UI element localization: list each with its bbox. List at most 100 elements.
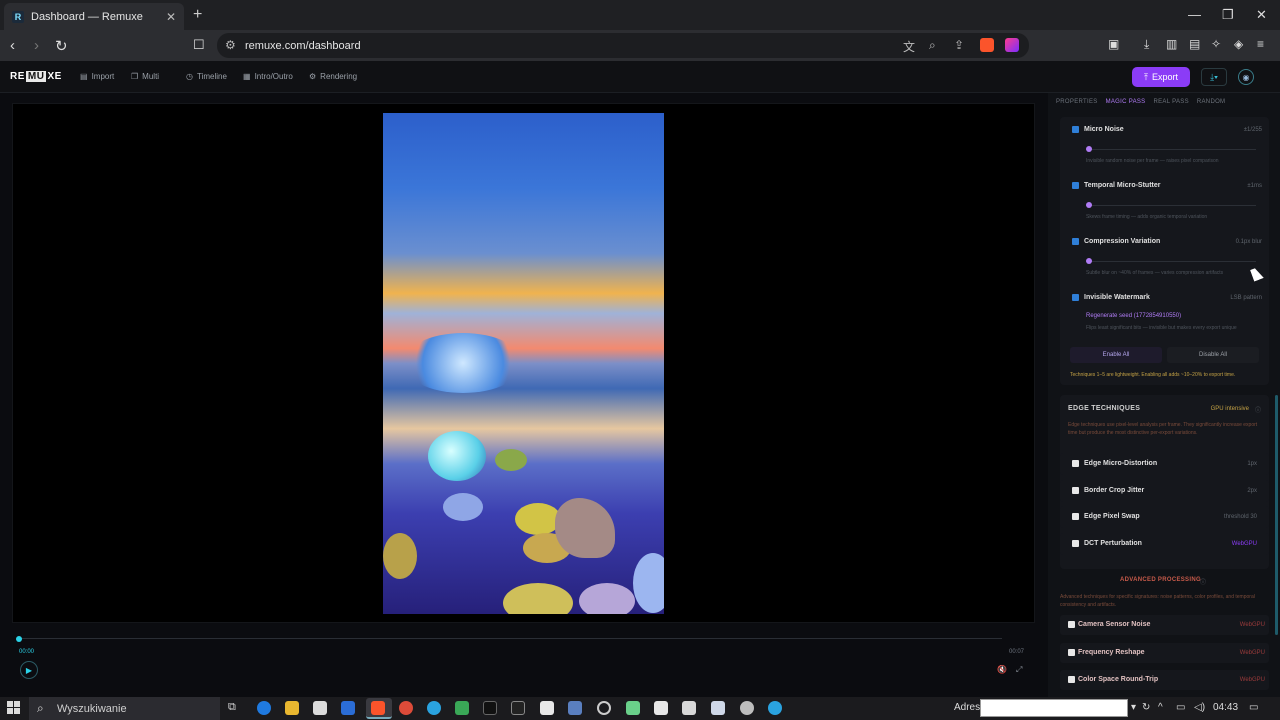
shield-app-icon[interactable] (540, 701, 554, 715)
tab-magic-pass[interactable]: MAGIC PASS (1106, 99, 1146, 111)
notepad-icon[interactable] (682, 701, 696, 715)
regenerate-seed-link[interactable]: Regenerate seed (1772854910550) (1086, 313, 1181, 319)
app-gray-icon[interactable] (740, 701, 754, 715)
advanced-row[interactable]: Frequency Reshape WebGPU (1060, 643, 1269, 663)
telegram-icon[interactable] (427, 701, 441, 715)
browser-tab[interactable]: R Dashboard — Remuxe ✕ (4, 3, 184, 30)
nav-multi[interactable]: ❐Multi (131, 72, 159, 81)
nav-intro-outro[interactable]: ▦Intro/Outro (243, 72, 293, 81)
nav-import[interactable]: ▤Import (80, 72, 114, 81)
tray-expand-icon[interactable]: ^ (1158, 702, 1163, 713)
clock[interactable]: 04:43 (1213, 702, 1238, 713)
tab-real-pass[interactable]: REAL PASS (1153, 99, 1188, 111)
vpn-icon[interactable]: ◈ (1234, 37, 1243, 51)
nav-timeline[interactable]: ◷Timeline (186, 72, 227, 81)
store-icon[interactable] (313, 701, 327, 715)
edge-row[interactable]: Border Crop Jitter 2px (1060, 480, 1269, 502)
temporal-stutter-slider[interactable] (1086, 205, 1256, 206)
edge-row[interactable]: Edge Micro-Distortion 1px (1060, 453, 1269, 475)
windows-start-icon[interactable] (7, 701, 20, 714)
leo-ai-icon[interactable]: ✧ (1211, 37, 1221, 51)
close-window-icon[interactable]: ✕ (1256, 7, 1267, 23)
edge-row[interactable]: Edge Pixel Swap threshold 30 (1060, 506, 1269, 528)
close-tab-icon[interactable]: ✕ (166, 10, 176, 24)
volume-icon[interactable]: ◁) (1194, 702, 1205, 713)
fullscreen-icon[interactable]: ⤢ (1016, 665, 1022, 675)
app-blue-icon[interactable] (568, 701, 582, 715)
app-circle-icon[interactable] (597, 701, 611, 715)
advanced-checkbox[interactable] (1068, 676, 1075, 683)
advanced-row[interactable]: Camera Sensor Noise WebGPU (1060, 615, 1269, 635)
download-menu-button[interactable]: ⤓▾ (1201, 68, 1227, 86)
user-avatar[interactable]: ◉ (1238, 69, 1254, 85)
explorer-icon[interactable] (285, 701, 299, 715)
tab-random[interactable]: RANDOM (1197, 99, 1225, 111)
brave-shields-icon[interactable] (980, 38, 994, 52)
advanced-checkbox[interactable] (1068, 621, 1075, 628)
task-view-icon[interactable]: ⧉ (228, 701, 242, 715)
progress-thumb[interactable] (16, 636, 22, 642)
capcut-icon[interactable] (511, 701, 525, 715)
edge-checkbox[interactable] (1072, 487, 1079, 494)
notifications-icon[interactable]: ▭ (1249, 702, 1258, 713)
address-toolbar-input[interactable] (980, 699, 1128, 717)
micro-noise-checkbox[interactable] (1072, 126, 1079, 133)
advanced-row[interactable]: Color Space Round-Trip WebGPU (1060, 670, 1269, 690)
taskbar-search[interactable]: ⌕ Wyszukiwanie (29, 697, 220, 720)
edge-checkbox[interactable] (1072, 513, 1079, 520)
downloads-icon[interactable]: ⤓ (1144, 37, 1149, 52)
nav-rendering[interactable]: ⚙Rendering (309, 72, 357, 81)
reload-icon[interactable]: ↻ (55, 37, 68, 55)
remuxe-logo[interactable]: REMUXE (10, 71, 62, 82)
network-icon[interactable]: ▭ (1176, 702, 1185, 713)
temporal-stutter-checkbox[interactable] (1072, 182, 1079, 189)
slider-thumb[interactable] (1086, 202, 1092, 208)
forward-icon[interactable]: › (34, 37, 39, 54)
site-settings-icon[interactable]: ⚙ (225, 38, 236, 52)
menu-icon[interactable]: ≡ (1257, 37, 1264, 51)
edge-checkbox[interactable] (1072, 460, 1079, 467)
video-preview[interactable] (383, 113, 664, 614)
address-bar[interactable]: ⚙ remuxe.com/dashboard 文 ⌕ ⇪ (217, 33, 1029, 58)
wallet-icon[interactable]: ▤ (1189, 37, 1200, 51)
terminal-icon[interactable] (483, 701, 497, 715)
spreadsheet-icon[interactable] (711, 701, 725, 715)
info-icon[interactable]: ⓘ (1200, 577, 1206, 586)
chrome-icon[interactable] (399, 701, 413, 715)
slider-thumb[interactable] (1086, 146, 1092, 152)
export-button[interactable]: ⤒Export (1132, 67, 1190, 87)
sidebar-icon[interactable]: ▥ (1166, 37, 1177, 51)
telegram-icon[interactable] (768, 701, 782, 715)
tab-properties[interactable]: PROPERTIES (1056, 99, 1098, 111)
zoom-icon[interactable]: ⌕ (929, 38, 936, 53)
play-button[interactable]: ▶ (20, 661, 38, 679)
compression-variation-checkbox[interactable] (1072, 238, 1079, 245)
brave-rewards-icon[interactable] (1005, 38, 1019, 52)
edge-icon[interactable] (257, 701, 271, 715)
bookmark-icon[interactable]: ☐ (193, 37, 205, 53)
new-tab-button[interactable]: + (193, 6, 202, 24)
edge-row[interactable]: DCT Perturbation WebGPU (1060, 533, 1269, 555)
micro-noise-slider[interactable] (1086, 149, 1256, 150)
share-icon[interactable]: ⇪ (954, 38, 964, 52)
advanced-processing-title[interactable]: ADVANCED PROCESSING (1120, 577, 1201, 583)
maximize-icon[interactable]: ❐ (1222, 7, 1234, 23)
back-icon[interactable]: ‹ (10, 37, 15, 54)
enable-all-button[interactable]: Enable All (1070, 347, 1162, 363)
edge-checkbox[interactable] (1072, 540, 1079, 547)
reader-mode-icon[interactable]: ▣ (1108, 37, 1119, 51)
app-green-icon[interactable] (455, 701, 469, 715)
dropdown-icon[interactable]: ▾ (1131, 702, 1136, 713)
mute-icon[interactable]: 🔇 (997, 665, 1007, 674)
minimize-icon[interactable]: — (1188, 7, 1201, 22)
disable-all-button[interactable]: Disable All (1167, 347, 1259, 363)
panel-scrollbar[interactable] (1275, 395, 1278, 635)
progress-track[interactable] (17, 638, 1002, 639)
info-icon[interactable]: ⓘ (1255, 405, 1261, 414)
refresh-icon[interactable]: ↻ (1142, 702, 1150, 713)
advanced-checkbox[interactable] (1068, 649, 1075, 656)
document-icon[interactable] (654, 701, 668, 715)
brave-icon[interactable] (371, 701, 385, 715)
compression-variation-slider[interactable] (1086, 261, 1256, 262)
mail-icon[interactable] (341, 701, 355, 715)
